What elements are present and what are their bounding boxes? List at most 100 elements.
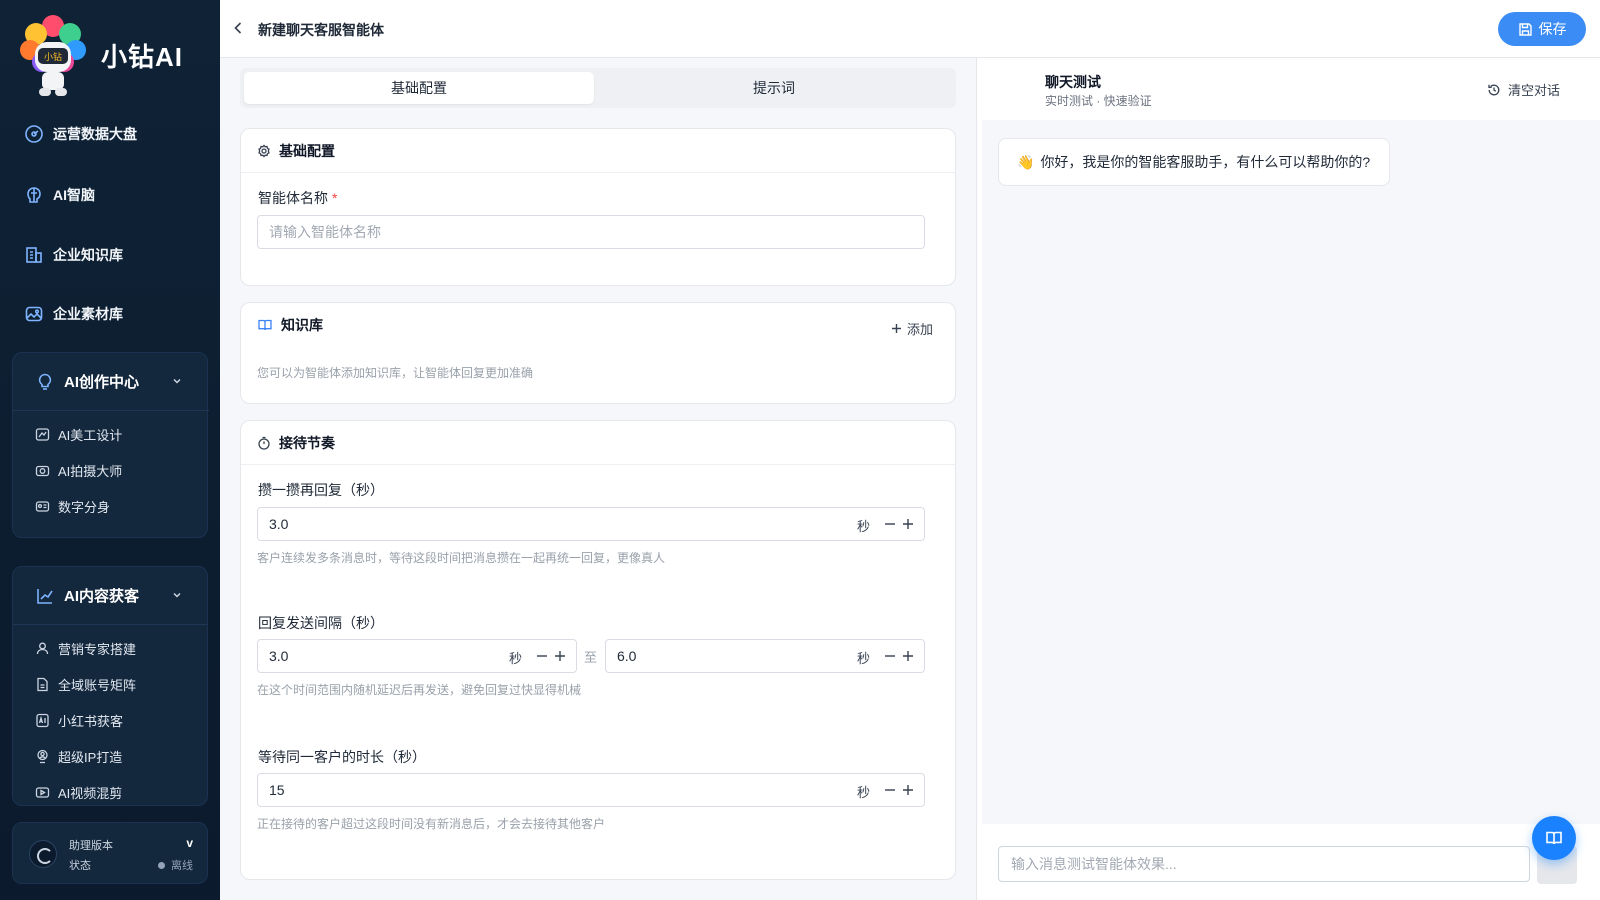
minus-icon[interactable] [884,784,896,796]
page-title: 新建聊天客服智能体 [258,22,384,38]
unit-seconds: 秒 [856,785,870,800]
config-tabs: 基础配置 提示词 [240,68,956,108]
plus-icon[interactable] [902,784,914,796]
sidebar-subitem-ai-video[interactable]: AI视频混剪 [35,777,122,805]
design-icon [35,427,50,442]
sidebar-item-knowledge-base[interactable]: 企业知识库 [24,235,204,275]
app-root: 小钻 小钻AI 运营数据大盘 AI智脑 企业知识库 企业素材库 AI创作中心 A… [0,0,1600,900]
ip-icon [35,749,50,764]
chat-message-input[interactable]: 输入消息测试智能体效果... [998,846,1530,882]
sidebar-subitem-marketing-expert[interactable]: 营销专家搭建 [35,633,136,663]
save-icon [1518,22,1533,37]
minus-icon[interactable] [884,518,896,530]
chat-title: 聊天测试 [1045,74,1101,90]
assistant-message: 👋 你好，我是你的智能客服助手，有什么可以帮助你的? [998,138,1390,186]
video-icon [35,785,50,800]
sidebar-item-ai-brain[interactable]: AI智脑 [24,175,204,215]
wait-duration-input[interactable]: 15 秒 [257,773,925,807]
chart-icon [35,586,55,606]
agent-name-input[interactable]: 请输入智能体名称 [257,215,925,249]
add-knowledge-button[interactable]: 添加 [891,319,933,338]
reception-rhythm-card: 接待节奏 攒一攒再回复（秒） 3.0 秒 客户连续发多条消息时，等待这段时间把消… [240,420,956,880]
card-title: 知识库 [281,317,323,333]
sidebar-subitem-label: AI拍摄大师 [58,463,123,479]
agent-name-label: 智能体名称 * [258,188,337,208]
wave-icon: 👋 [1017,153,1035,170]
minus-icon[interactable] [884,650,896,662]
loading-icon [29,840,57,868]
minus-icon[interactable] [536,650,548,662]
reply-interval-help: 在这个时间范围内随机延迟后再发送，避免回复过快显得机械 [257,683,582,697]
page-header: 新建聊天客服智能体 保存 [220,0,1600,58]
book-icon [1544,828,1564,848]
card-header: 知识库 [241,303,955,347]
sidebar-subitem-super-ip[interactable]: 超级IP打造 [35,741,122,771]
wait-duration-help: 正在接待的客户超过这段时间没有新消息后，才会去接待其他客户 [257,817,606,831]
sidebar-subitem-ai-design[interactable]: AI美工设计 [35,419,122,449]
reply-interval-max-value: 6.0 [617,648,637,664]
sidebar-subitem-label: 超级IP打造 [58,749,123,765]
clear-chat-button[interactable]: 清空对话 [1487,80,1560,99]
ai-badge-icon [35,713,50,728]
card-title: 接待节奏 [279,434,335,451]
basic-config-card: 基础配置 智能体名称 * 请输入智能体名称 [240,128,956,286]
sidebar-subitem-xiaohongshu[interactable]: 小红书获客 [35,705,123,735]
user-icon [35,641,50,656]
version-value: v [186,836,193,850]
brand-logo: 小钻 [18,12,88,100]
sidebar-subitem-label: 数字分身 [58,499,111,515]
merge-reply-input[interactable]: 3.0 秒 [257,507,925,541]
sidebar-item-label: AI智脑 [53,187,95,203]
save-button-label: 保存 [1538,21,1567,37]
plus-icon[interactable] [902,650,914,662]
chevron-down-icon [171,589,183,601]
sidebar-subitem-label: 小红书获客 [58,713,124,729]
save-button[interactable]: 保存 [1498,12,1586,46]
reply-interval-max-input[interactable]: 6.0 秒 [605,639,925,673]
bulb-icon [35,372,55,392]
wait-duration-label: 等待同一客户的时长（秒） [258,749,426,765]
history-icon [1487,83,1501,97]
sidebar: 小钻 小钻AI 运营数据大盘 AI智脑 企业知识库 企业素材库 AI创作中心 A… [0,0,220,900]
sidebar-item-asset-library[interactable]: 企业素材库 [24,294,204,334]
sidebar-item-ops-dashboard[interactable]: 运营数据大盘 [24,114,204,154]
sidebar-group-label: AI创作中心 [64,374,140,391]
sidebar-group-label: AI内容获客 [64,588,140,605]
sidebar-item-label: 运营数据大盘 [53,126,137,142]
card-header: 接待节奏 [241,421,955,465]
sidebar-item-label: 企业素材库 [53,306,123,322]
sidebar-subitem-ai-photo[interactable]: AI拍摄大师 [35,455,122,485]
status-label: 状态 [69,860,91,872]
config-panel: 基础配置 提示词 基础配置 智能体名称 * 请输入智能体名称 知识库 添加 您可以… [220,58,976,900]
plus-icon [891,323,902,334]
chat-test-panel: 聊天测试 实时测试 · 快速验证 清空对话 👋 你好，我是你的智能客服助手，有什… [977,58,1600,900]
plus-icon[interactable] [902,518,914,530]
assistant-version-panel[interactable]: 助理版本 状态 v 离线 [12,822,208,884]
sidebar-subitem-account-matrix[interactable]: 全域账号矩阵 [35,669,136,699]
unit-seconds: 秒 [856,651,870,666]
add-knowledge-label: 添加 [906,322,933,337]
unit-seconds: 秒 [508,651,522,666]
chat-subtitle: 实时测试 · 快速验证 [1045,94,1152,108]
sidebar-group-toggle[interactable]: AI创作中心 [13,353,209,411]
sidebar-subitem-digital-twin[interactable]: 数字分身 [35,491,110,521]
merge-reply-value: 3.0 [269,516,289,532]
status-dot-icon [158,861,165,869]
status-badge: 离线 [158,857,193,873]
id-card-icon [35,499,50,514]
plus-icon[interactable] [554,650,566,662]
sidebar-subitem-label: 全域账号矩阵 [58,677,137,693]
back-icon[interactable] [230,20,246,36]
help-float-button[interactable] [1532,816,1576,860]
tab-basic-config[interactable]: 基础配置 [244,72,594,104]
sidebar-group-toggle[interactable]: AI内容获客 [13,567,207,625]
sidebar-group-ai-creation: AI创作中心 AI美工设计 AI拍摄大师 数字分身 [12,352,209,538]
file-icon [35,677,50,692]
dashboard-icon [24,124,44,144]
logo-text: 小钻 [44,51,62,63]
sidebar-subitem-label: AI美工设计 [58,427,123,443]
chevron-down-icon [171,375,183,387]
tab-prompt[interactable]: 提示词 [596,72,952,104]
reply-interval-min-input[interactable]: 3.0 秒 [257,639,577,673]
gear-icon [257,144,271,158]
